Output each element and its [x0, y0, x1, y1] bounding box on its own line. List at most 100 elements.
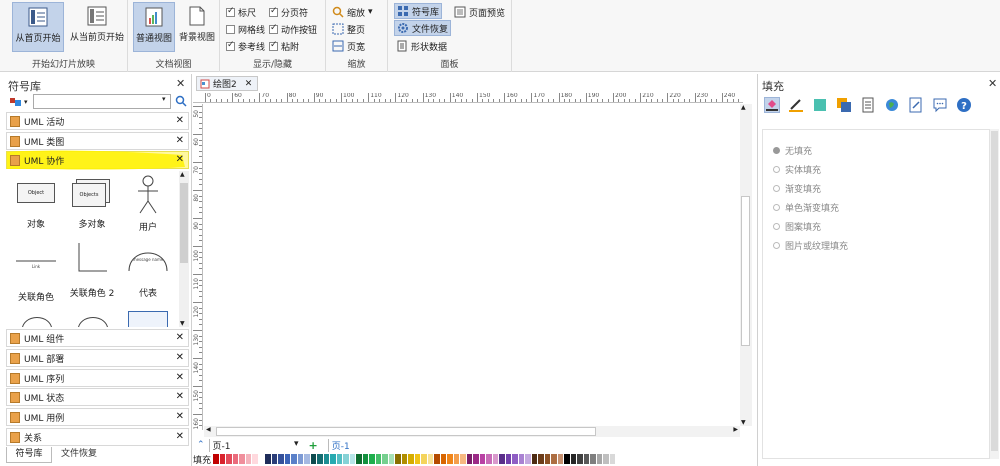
color-swatch[interactable] — [557, 454, 564, 464]
scroll-right-icon[interactable]: ▶ — [733, 426, 738, 433]
full-page-button[interactable]: 整页 — [332, 21, 365, 37]
library-section-uml-deployment[interactable]: UML 部署 ✕ — [6, 349, 189, 367]
guides-checkbox[interactable]: 参考线 — [226, 38, 265, 54]
color-swatch[interactable] — [232, 454, 239, 464]
color-swatch[interactable] — [518, 454, 525, 464]
tab-file-recovery[interactable]: 文件恢复 — [54, 447, 104, 463]
color-swatch[interactable] — [213, 454, 219, 464]
color-swatch[interactable] — [609, 454, 616, 464]
color-swatch[interactable] — [258, 454, 265, 464]
shape-association-role[interactable]: Link 关联角色 — [8, 251, 64, 303]
color-swatch[interactable] — [473, 454, 479, 464]
color-swatch[interactable] — [453, 454, 460, 464]
color-swatch[interactable] — [362, 454, 369, 464]
page-preview-button[interactable]: 页面预览 — [454, 4, 505, 20]
color-swatch[interactable] — [343, 454, 349, 464]
shape-multi-object[interactable]: Objects 多对象 — [64, 179, 120, 230]
color-swatch[interactable] — [603, 454, 609, 464]
normal-view-button[interactable]: 普通视图 — [133, 2, 175, 52]
layer-tool-button[interactable] — [836, 97, 852, 113]
library-section-uml-state[interactable]: UML 状态 ✕ — [6, 388, 189, 406]
color-swatch[interactable] — [538, 454, 544, 464]
vertical-scroll-thumb[interactable] — [741, 196, 750, 346]
color-swatch[interactable] — [512, 454, 518, 464]
color-swatch[interactable] — [278, 454, 284, 464]
start-from-first-button[interactable]: 从首页开始 — [12, 2, 64, 52]
color-swatch[interactable] — [427, 454, 434, 464]
tab-symbol-library[interactable]: 符号库 — [6, 447, 52, 463]
shape-partial-3[interactable] — [128, 311, 168, 327]
fill-option-none[interactable]: 无填充 — [773, 144, 812, 157]
color-swatch[interactable] — [544, 454, 551, 464]
color-swatch[interactable] — [252, 454, 258, 464]
scroll-left-icon[interactable]: ◀ — [206, 426, 211, 433]
scroll-up-icon[interactable]: ▲ — [180, 171, 185, 178]
library-menu-button[interactable]: ▾ — [10, 95, 32, 109]
color-swatch[interactable] — [479, 454, 486, 464]
scroll-down-icon[interactable]: ▼ — [741, 419, 746, 426]
add-page-icon[interactable]: + — [309, 439, 318, 452]
shadow-tool-button[interactable] — [812, 97, 828, 113]
color-swatch[interactable] — [486, 454, 492, 464]
color-swatch[interactable] — [499, 454, 505, 464]
shape-object[interactable]: Object 对象 — [8, 183, 64, 230]
shape-actor[interactable]: 用户 — [120, 175, 176, 233]
page-width-button[interactable]: 页宽 — [332, 38, 365, 54]
color-swatch[interactable] — [271, 454, 278, 464]
library-section-uml-usecase[interactable]: UML 用例 ✕ — [6, 408, 189, 426]
shape-data-button[interactable]: 形状数据 — [396, 38, 447, 54]
page-selector[interactable]: 页-1 ▾ — [208, 438, 299, 452]
document-tab[interactable]: 绘图2 ✕ — [196, 76, 258, 91]
library-section-uml-class[interactable]: UML 类图 ✕ — [6, 132, 189, 150]
color-swatch[interactable] — [570, 454, 577, 464]
horizontal-scroll-thumb[interactable] — [216, 427, 596, 436]
color-swatch[interactable] — [336, 454, 343, 464]
fill-option-solid[interactable]: 实体填充 — [773, 163, 821, 176]
library-section-uml-activity[interactable]: UML 活动 ✕ — [6, 112, 189, 130]
close-icon[interactable]: ✕ — [176, 77, 185, 90]
horizontal-scrollbar[interactable]: ◀ ▶ — [204, 426, 740, 437]
scroll-up-icon[interactable]: ▲ — [741, 104, 746, 111]
close-icon[interactable]: ✕ — [245, 79, 253, 89]
color-swatch[interactable] — [304, 454, 310, 464]
search-icon[interactable] — [175, 95, 187, 107]
color-swatch[interactable] — [382, 454, 388, 464]
color-swatch[interactable] — [551, 454, 557, 464]
color-swatch[interactable] — [356, 454, 362, 464]
library-search-input[interactable] — [33, 94, 171, 109]
color-swatch[interactable] — [239, 454, 245, 464]
color-swatch[interactable] — [531, 454, 538, 464]
color-swatch[interactable] — [596, 454, 603, 464]
zoom-dropdown[interactable]: 缩放 ▾ — [332, 4, 373, 20]
help-tool-button[interactable]: ? — [956, 97, 972, 113]
chevron-down-icon[interactable]: ▾ — [162, 95, 166, 103]
color-swatch[interactable] — [447, 454, 453, 464]
shape-association-role-2[interactable]: 关联角色 2 — [64, 241, 120, 299]
color-swatch[interactable] — [414, 454, 421, 464]
color-swatch[interactable] — [226, 454, 232, 464]
close-icon[interactable]: ✕ — [176, 431, 184, 442]
color-swatch[interactable] — [310, 454, 317, 464]
close-icon[interactable]: ✕ — [176, 372, 184, 383]
shape-grid-scrollbar[interactable]: ▲ ▼ — [179, 171, 189, 327]
start-from-current-button[interactable]: 从当前页开始 — [68, 2, 126, 52]
action-button-checkbox[interactable]: 动作按钮 — [269, 21, 317, 37]
color-swatch[interactable] — [460, 454, 466, 464]
color-swatch[interactable] — [219, 454, 226, 464]
color-swatch[interactable] — [388, 454, 395, 464]
shape-partial-1[interactable] — [20, 311, 54, 327]
page-tab[interactable]: 页-1 — [327, 438, 350, 452]
fill-option-gradient[interactable]: 渐变填充 — [773, 182, 821, 195]
color-swatch[interactable] — [466, 454, 473, 464]
line-tool-button[interactable] — [788, 97, 804, 113]
close-icon[interactable]: ✕ — [176, 154, 184, 165]
drawing-page[interactable] — [204, 104, 740, 430]
background-view-button[interactable]: 背景视图 — [177, 2, 217, 52]
color-swatch[interactable] — [369, 454, 375, 464]
color-swatch[interactable] — [421, 454, 427, 464]
color-swatch[interactable] — [375, 454, 382, 464]
fill-option-picture[interactable]: 图片或纹理填充 — [773, 239, 848, 252]
library-section-uml-component[interactable]: UML 组件 ✕ — [6, 329, 189, 347]
fill-panel-scrollbar[interactable] — [990, 129, 999, 459]
file-recovery-toggle[interactable]: 文件恢复 — [394, 20, 452, 36]
